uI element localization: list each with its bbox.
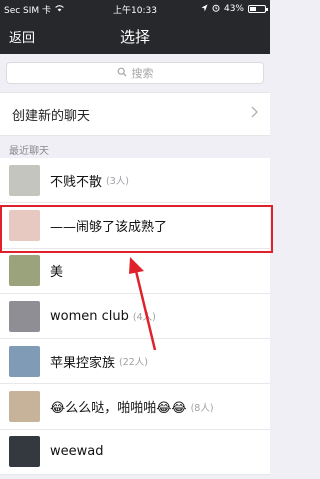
location-icon: [201, 4, 208, 15]
create-new-chat-label: 创建新的聊天: [12, 108, 91, 124]
chevron-right-icon: [251, 106, 259, 122]
avatar: [9, 255, 40, 287]
avatar: [9, 164, 40, 196]
member-count: (8人): [190, 402, 214, 414]
search-area: 搜索: [0, 54, 270, 92]
chat-row[interactable]: 😂么么哒，啪啪啪😂😂 (8人): [0, 384, 270, 430]
chat-name: 不贱不散: [50, 174, 103, 190]
create-new-chat-row[interactable]: 创建新的聊天: [0, 92, 270, 136]
chat-row[interactable]: women club (4人): [0, 294, 270, 340]
chat-name: 😂么么哒，啪啪啪😂😂: [50, 401, 187, 417]
avatar: [9, 345, 40, 377]
chat-name: 美: [50, 265, 64, 281]
search-placeholder: 搜索: [131, 67, 154, 80]
avatar: [9, 436, 40, 468]
avatar: [9, 391, 40, 423]
member-count: (4人): [132, 312, 156, 324]
search-icon: [117, 67, 127, 80]
member-count: (3人): [106, 176, 129, 188]
chat-name: women club: [50, 308, 129, 324]
carrier-text: Sec SIM 卡: [4, 5, 52, 16]
alarm-icon: [212, 4, 220, 15]
battery-percent: 43%: [223, 4, 244, 14]
status-bar: Sec SIM 卡 上午10:33 43%: [0, 0, 270, 18]
recent-chat-list: 不贱不散 (3人) ——闹够了该成熟了 美 women club (4人) 苹果…: [0, 158, 273, 476]
battery-icon: [248, 5, 268, 13]
chat-row[interactable]: weewad: [0, 430, 270, 476]
search-input[interactable]: 搜索: [6, 62, 264, 84]
wifi-icon: [54, 4, 65, 15]
chat-name: weewad: [50, 444, 104, 460]
chat-row[interactable]: 苹果控家族 (22人): [0, 339, 270, 385]
avatar: [9, 209, 40, 241]
page-title: 选择: [119, 27, 150, 46]
chat-name: 苹果控家族: [50, 355, 116, 371]
navigation-bar: 返回 选择: [0, 18, 270, 54]
chat-row[interactable]: 美: [0, 249, 270, 294]
member-count: (22人): [119, 357, 149, 369]
back-button[interactable]: 返回: [9, 27, 35, 46]
chat-row-highlighted[interactable]: ——闹够了该成熟了: [0, 203, 273, 254]
chat-row[interactable]: 不贱不散 (3人): [0, 158, 270, 204]
clock: 上午10:33: [113, 5, 157, 16]
avatar: [9, 300, 40, 332]
section-header: 最近聊天: [0, 136, 270, 158]
chat-name: ——闹够了该成熟了: [50, 219, 168, 235]
